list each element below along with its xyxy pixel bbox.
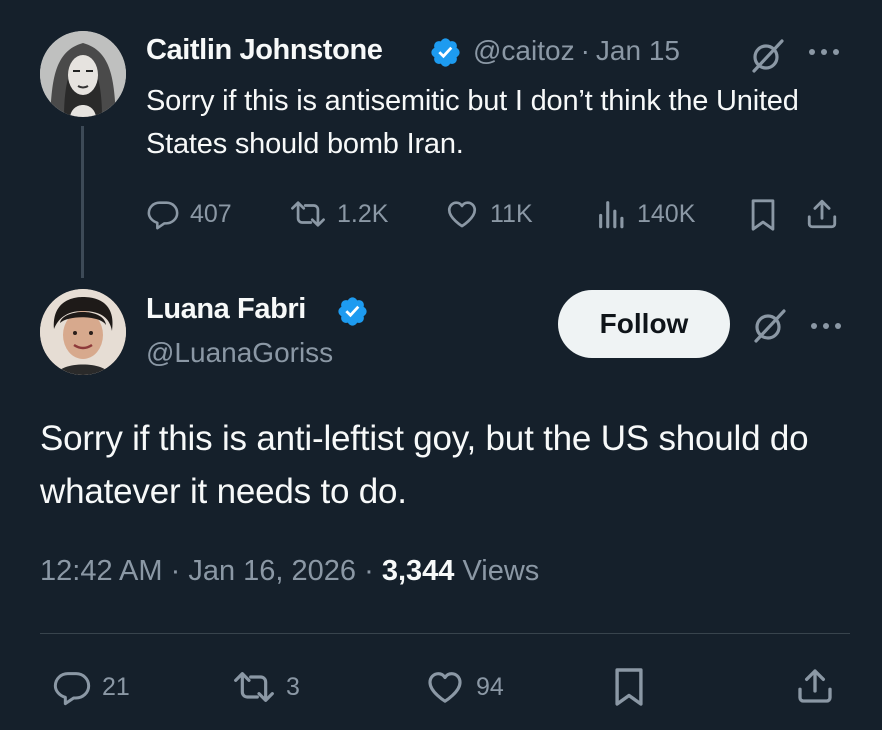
main-retweet-button[interactable]: 3 — [232, 667, 300, 707]
thread-connector-line — [81, 126, 84, 278]
bookmark-icon[interactable] — [748, 198, 778, 232]
parent-reply-button[interactable]: 407 — [146, 197, 232, 231]
parent-author-handle[interactable]: @caitoz — [473, 35, 575, 66]
parent-views-button[interactable]: 140K — [597, 197, 695, 231]
meta-separator: · — [364, 555, 374, 587]
meta-separator: · — [580, 35, 590, 66]
main-reply-count: 21 — [102, 672, 130, 701]
verified-badge-icon — [429, 36, 462, 69]
main-reply-button[interactable]: 21 — [52, 667, 130, 707]
retweet-icon — [289, 197, 327, 231]
more-icon[interactable] — [804, 37, 844, 67]
parent-tweet-meta: @caitoz · Jan 15 — [473, 35, 680, 67]
follow-button[interactable]: Follow — [558, 290, 730, 358]
share-icon[interactable] — [805, 196, 839, 232]
meta-separator: · — [170, 555, 181, 587]
parent-like-button[interactable]: 11K — [444, 197, 533, 231]
parent-retweet-button[interactable]: 1.2K — [289, 197, 388, 231]
main-views-label: Views — [462, 555, 540, 587]
parent-views-count: 140K — [637, 199, 696, 228]
main-like-count: 94 — [476, 672, 504, 701]
main-tweet-text: Sorry if this is anti-leftist goy, but t… — [40, 419, 809, 511]
parent-author-avatar[interactable] — [40, 31, 126, 117]
bookmark-icon[interactable] — [612, 666, 646, 708]
main-views-count[interactable]: 3,344 — [382, 555, 455, 587]
main-tweet-meta: 12:42 AM · Jan 16, 2026 · 3,344 Views — [40, 555, 539, 588]
reply-icon — [52, 667, 92, 707]
more-icon[interactable] — [806, 314, 846, 338]
grok-icon[interactable] — [747, 36, 787, 76]
share-icon[interactable] — [795, 664, 835, 708]
divider — [40, 633, 850, 634]
parent-tweet-text: Sorry if this is antisemitic but I don’t… — [146, 85, 799, 160]
reply-icon — [146, 197, 180, 231]
main-tweet-time[interactable]: 12:42 AM — [40, 555, 163, 587]
main-tweet-date[interactable]: Jan 16, 2026 — [188, 555, 356, 587]
verified-badge-icon — [336, 295, 369, 328]
heart-icon — [444, 197, 480, 231]
heart-icon — [424, 667, 466, 707]
main-author-avatar[interactable] — [40, 289, 126, 375]
main-author-name[interactable]: Luana Fabri — [146, 293, 306, 326]
main-retweet-count: 3 — [286, 672, 300, 701]
parent-reply-count: 407 — [190, 199, 232, 228]
main-like-button[interactable]: 94 — [424, 667, 504, 707]
parent-tweet-date[interactable]: Jan 15 — [596, 35, 680, 66]
parent-retweet-count: 1.2K — [337, 199, 389, 228]
retweet-icon — [232, 667, 276, 707]
grok-icon[interactable] — [749, 306, 789, 346]
main-author-handle[interactable]: @LuanaGoriss — [146, 337, 333, 369]
parent-like-count: 11K — [490, 199, 533, 228]
views-icon — [597, 197, 627, 231]
parent-author-name[interactable]: Caitlin Johnstone — [146, 34, 383, 67]
